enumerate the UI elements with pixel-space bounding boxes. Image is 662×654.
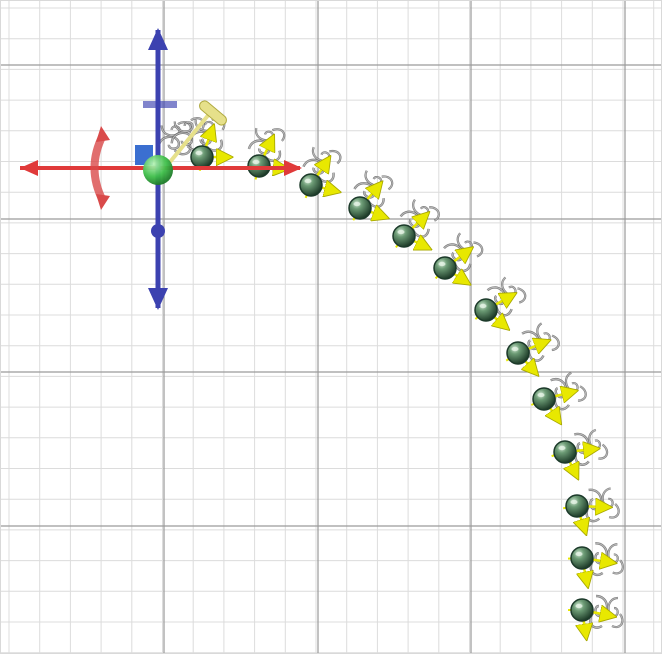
scale-bar-icon[interactable] bbox=[143, 101, 177, 108]
arrow-right-icon[interactable] bbox=[284, 160, 302, 176]
curve-control-point[interactable] bbox=[570, 546, 594, 570]
3d-viewport[interactable] bbox=[0, 0, 662, 654]
viewport-frame bbox=[0, 0, 662, 654]
rotate-arrow-down-icon[interactable] bbox=[96, 194, 110, 210]
arrow-down-icon[interactable] bbox=[148, 288, 168, 310]
ornament-scroll bbox=[607, 596, 624, 629]
control-point-highlight bbox=[511, 346, 519, 352]
curve-control-point[interactable] bbox=[190, 145, 214, 169]
ornament-scroll bbox=[601, 487, 620, 519]
curve-control-point[interactable] bbox=[570, 598, 594, 622]
viewport-scene[interactable] bbox=[0, 0, 662, 654]
control-point-highlight bbox=[575, 551, 583, 557]
control-point-highlight bbox=[575, 603, 583, 609]
control-point-highlight bbox=[195, 150, 203, 156]
control-point-highlight bbox=[252, 159, 260, 165]
curve-control-point[interactable] bbox=[433, 256, 457, 280]
ornament-scroll bbox=[412, 199, 440, 222]
control-point-highlight bbox=[397, 229, 405, 235]
control-point-highlight bbox=[558, 445, 566, 451]
curve-control-point[interactable] bbox=[565, 494, 589, 518]
curve-control-point[interactable] bbox=[299, 173, 323, 197]
curve-control-point[interactable] bbox=[392, 224, 416, 248]
ornament-scroll bbox=[564, 371, 587, 402]
ornament-scroll bbox=[588, 428, 609, 460]
control-point-highlight bbox=[438, 261, 446, 267]
rotate-arrow-up-icon[interactable] bbox=[96, 126, 110, 142]
control-point-highlight bbox=[570, 499, 578, 505]
ornament-scroll bbox=[607, 543, 624, 575]
viewport-grid bbox=[0, 0, 662, 654]
arrow-left-icon[interactable] bbox=[20, 160, 38, 176]
control-point-highlight bbox=[479, 303, 487, 309]
curve-control-point[interactable] bbox=[553, 440, 577, 464]
curve-control-point[interactable] bbox=[532, 387, 556, 411]
transform-gizmo[interactable] bbox=[20, 28, 302, 310]
ornament-scroll bbox=[364, 170, 394, 191]
control-point-highlight bbox=[353, 201, 361, 207]
curve-control-points[interactable] bbox=[190, 145, 594, 622]
curve-control-point[interactable] bbox=[474, 298, 498, 322]
curve-control-point[interactable] bbox=[348, 196, 372, 220]
control-point-highlight bbox=[304, 178, 312, 184]
center-sphere-icon[interactable] bbox=[143, 155, 173, 185]
curve-control-point[interactable] bbox=[506, 341, 530, 365]
control-point-highlight bbox=[537, 392, 545, 398]
curve-normals bbox=[198, 128, 612, 636]
axis-dot-icon[interactable] bbox=[151, 224, 165, 238]
